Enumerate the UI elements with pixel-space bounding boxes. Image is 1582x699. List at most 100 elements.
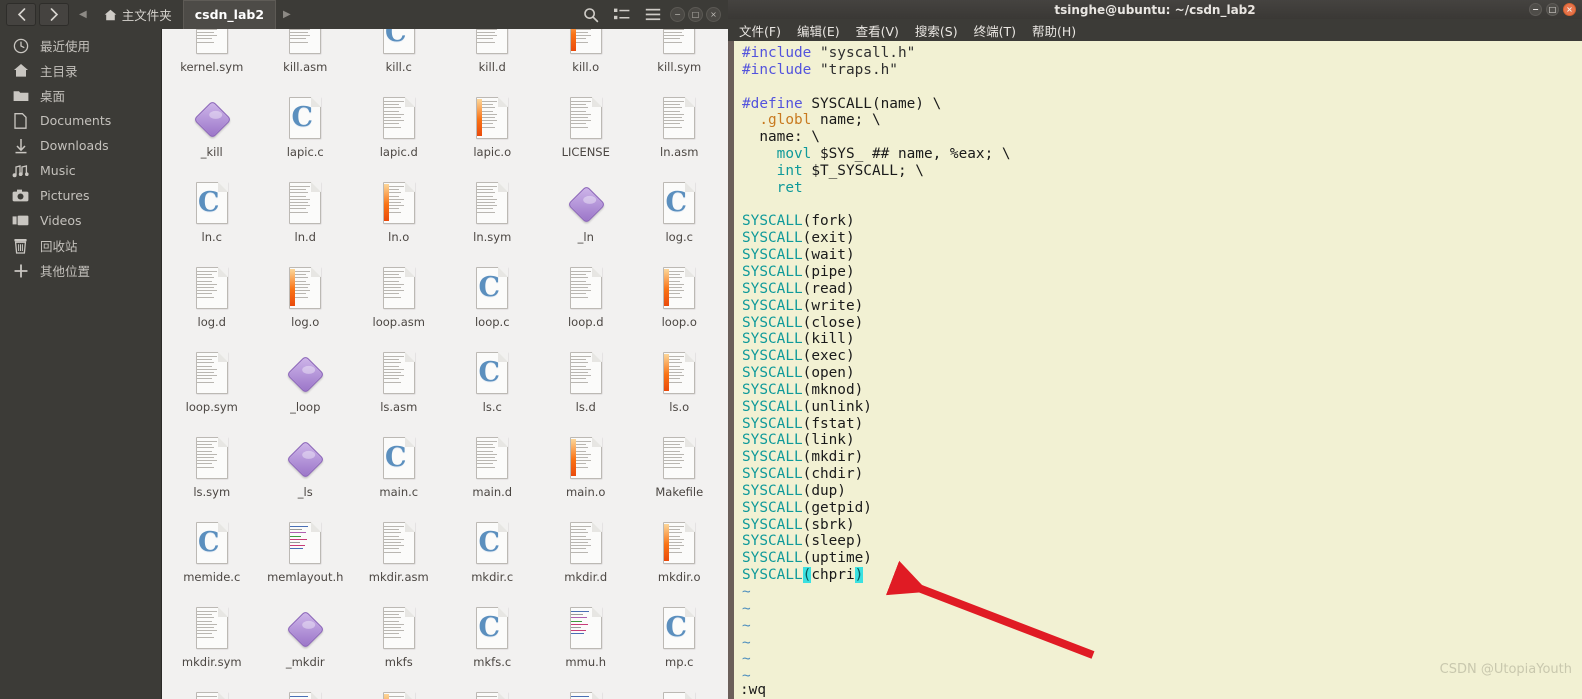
file-item[interactable]: mkfs [352, 599, 446, 684]
terminal-maximize-button[interactable]: □ [1546, 3, 1559, 16]
file-item[interactable]: ln.o [352, 174, 446, 259]
c-source-icon: C [473, 521, 511, 567]
search-button[interactable] [577, 4, 604, 26]
file-item[interactable]: Cls.c [446, 344, 540, 429]
terminal-menu-item-0[interactable]: 文件(F) [734, 20, 786, 41]
file-item[interactable]: _kill [165, 89, 259, 174]
terminal-body[interactable]: #include "syscall.h" #include "traps.h" #… [728, 41, 1582, 699]
main-menu-button[interactable] [639, 4, 666, 26]
file-item[interactable]: _mkdir [259, 599, 353, 684]
file-item[interactable]: mp.d [165, 684, 259, 699]
terminal-menu-item-4[interactable]: 终端(T) [969, 20, 1021, 41]
file-item[interactable]: kill.d [446, 29, 540, 89]
file-item[interactable]: main.o [539, 429, 633, 514]
file-item[interactable]: lapic.d [352, 89, 446, 174]
view-toggle-button[interactable] [608, 4, 635, 26]
file-item[interactable]: Ckill.c [352, 29, 446, 89]
file-item[interactable]: param.h [539, 684, 633, 699]
chevron-right-icon [50, 8, 58, 21]
file-item[interactable]: Clapic.c [259, 89, 353, 174]
sidebar-item-2[interactable]: 桌面 [0, 83, 161, 108]
sidebar-item-9[interactable]: 其他位置 [0, 258, 161, 283]
file-item[interactable]: kill.sym [633, 29, 727, 89]
fm-maximize-button[interactable]: □ [688, 7, 703, 22]
file-item[interactable]: mmu.h [539, 599, 633, 684]
path-next-arrow-icon[interactable]: ▶ [283, 9, 291, 20]
file-item[interactable]: Cmkdir.c [446, 514, 540, 599]
file-item[interactable]: mp.h [259, 684, 353, 699]
breadcrumb-current[interactable]: csdn_lab2 [182, 0, 277, 29]
file-item[interactable]: loop.d [539, 259, 633, 344]
file-item[interactable]: Cmemide.c [165, 514, 259, 599]
object-file-icon [660, 351, 698, 397]
file-item[interactable]: Cmkfs.c [446, 599, 540, 684]
sidebar-item-5[interactable]: Music [0, 158, 161, 183]
sidebar-item-7[interactable]: Videos [0, 208, 161, 233]
file-item[interactable]: Makefile [633, 429, 727, 514]
terminal-menu-item-3[interactable]: 搜索(S) [910, 20, 963, 41]
file-item[interactable]: Cpicirq.c [633, 684, 727, 699]
file-item[interactable]: Cmp.c [633, 599, 727, 684]
screen: ◀ 主文件夹 csdn_lab2 ▶ − □ × 最近使用 主目录 桌面 Doc… [0, 0, 1582, 699]
editor-span: (exit) [802, 230, 855, 247]
sidebar-item-0[interactable]: 最近使用 [0, 33, 161, 58]
file-item[interactable]: Cln.c [165, 174, 259, 259]
editor-span: (fork) [802, 213, 855, 230]
back-button[interactable] [6, 3, 36, 26]
file-item[interactable]: _ls [259, 429, 353, 514]
file-item[interactable]: memlayout.h [259, 514, 353, 599]
file-item[interactable]: log.o [259, 259, 353, 344]
terminal-close-button[interactable]: × [1563, 3, 1576, 16]
file-name-label: main.d [472, 485, 513, 499]
file-item[interactable]: _ln [539, 174, 633, 259]
file-item[interactable]: kernel.sym [165, 29, 259, 89]
file-item[interactable]: loop.o [633, 259, 727, 344]
file-item[interactable]: mkdir.o [633, 514, 727, 599]
file-item[interactable]: ln.d [259, 174, 353, 259]
file-item[interactable]: mp.o [352, 684, 446, 699]
file-item[interactable]: mkdir.asm [352, 514, 446, 599]
file-item[interactable]: Cloop.c [446, 259, 540, 344]
fm-minimize-button[interactable]: − [670, 7, 685, 22]
breadcrumb-home[interactable]: 主文件夹 [93, 0, 183, 29]
editor-span: (write) [802, 297, 864, 314]
editor-span: (wait) [802, 247, 855, 264]
forward-button[interactable] [39, 3, 69, 26]
sidebar-item-3[interactable]: Documents [0, 108, 161, 133]
file-item[interactable]: ls.o [633, 344, 727, 429]
file-item[interactable]: Clog.c [633, 174, 727, 259]
file-item[interactable]: mkdir.sym [165, 599, 259, 684]
path-prev-arrow-icon[interactable]: ◀ [79, 9, 87, 20]
file-item[interactable]: loop.asm [352, 259, 446, 344]
fm-close-button[interactable]: × [706, 7, 721, 22]
sidebar-item-1[interactable]: 主目录 [0, 58, 161, 83]
file-item[interactable]: main.d [446, 429, 540, 514]
file-item[interactable]: ln.sym [446, 174, 540, 259]
sidebar-item-6[interactable]: Pictures [0, 183, 161, 208]
file-item[interactable]: _loop [259, 344, 353, 429]
file-item[interactable]: ls.d [539, 344, 633, 429]
file-item[interactable]: ls.sym [165, 429, 259, 514]
editor-line: #define SYSCALL(name) \ [742, 96, 1582, 113]
terminal-minimize-button[interactable]: − [1529, 3, 1542, 16]
terminal-menu-item-2[interactable]: 查看(V) [851, 20, 904, 41]
terminal-menu-item-5[interactable]: 帮助(H) [1027, 20, 1081, 41]
file-item[interactable]: lapic.o [446, 89, 540, 174]
file-item[interactable]: kill.o [539, 29, 633, 89]
file-item[interactable]: log.d [165, 259, 259, 344]
file-grid-area[interactable]: kernel.sym kill.asm Ckill.c kill.d kill.o kil… [163, 29, 728, 699]
file-item[interactable]: loop.sym [165, 344, 259, 429]
file-item[interactable]: LICENSE [539, 89, 633, 174]
file-item[interactable]: ln.asm [633, 89, 727, 174]
sidebar-item-4[interactable]: Downloads [0, 133, 161, 158]
file-item[interactable]: Cmain.c [352, 429, 446, 514]
file-item[interactable]: Notes [446, 684, 540, 699]
sidebar-item-8[interactable]: 回收站 [0, 233, 161, 258]
file-item[interactable]: ls.asm [352, 344, 446, 429]
terminal-menu-item-1[interactable]: 编辑(E) [792, 20, 845, 41]
editor-span: (pipe) [802, 263, 855, 280]
file-item[interactable]: mkdir.d [539, 514, 633, 599]
file-item[interactable]: kill.asm [259, 29, 353, 89]
file-name-label: lapic.o [473, 145, 512, 159]
plain-document-icon [380, 266, 418, 312]
